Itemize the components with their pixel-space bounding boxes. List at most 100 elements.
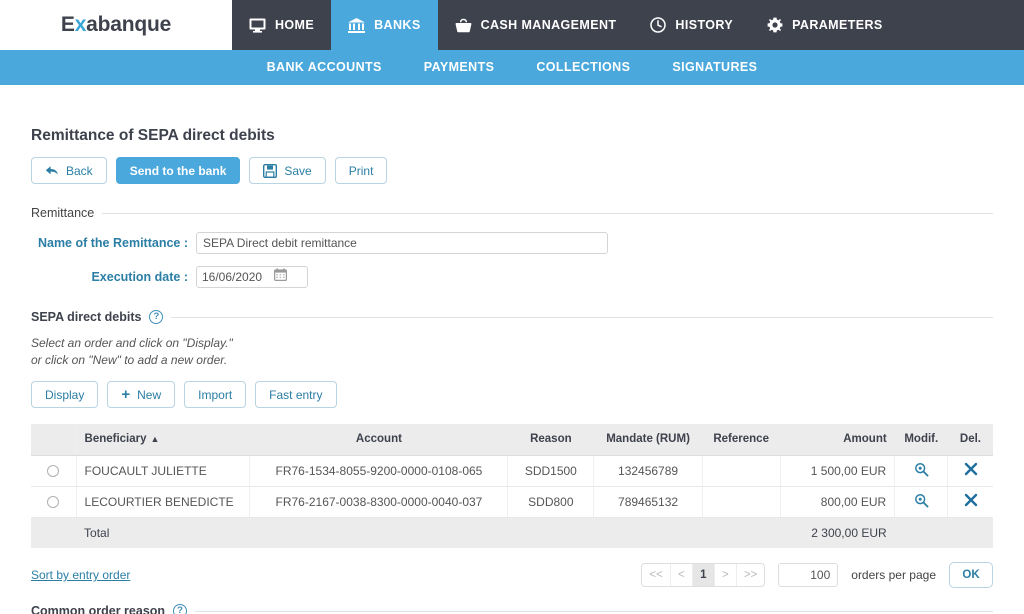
column-header-beneficiary-label: Beneficiary — [84, 433, 147, 446]
orders-per-page-input[interactable] — [778, 563, 839, 587]
total-empty-reference — [702, 517, 781, 548]
pagination-last-button[interactable]: >> — [737, 564, 764, 586]
pagination-prev-button[interactable]: < — [671, 564, 693, 586]
nav-item-cash-management-label: CASH MANAGEMENT — [480, 18, 617, 32]
total-spacer-cell — [31, 517, 77, 548]
column-header-modif: Modif. — [894, 424, 948, 456]
column-header-mandate[interactable]: Mandate (RUM) — [593, 424, 703, 456]
back-button[interactable]: Back — [31, 157, 107, 184]
nav-item-parameters-label: PARAMETERS — [792, 18, 883, 32]
cross-icon[interactable] — [964, 462, 978, 476]
pagination-next-button[interactable]: > — [715, 564, 737, 586]
monitor-icon — [249, 18, 266, 33]
sepa-direct-debits-section-header: SEPA direct debits ? — [31, 310, 993, 324]
help-icon[interactable]: ? — [149, 310, 164, 324]
row-select-cell[interactable] — [31, 486, 77, 518]
nav-item-cash-management[interactable]: CASH MANAGEMENT — [438, 0, 634, 50]
sub-navigation-bar: BANK ACCOUNTS PAYMENTS COLLECTIONS SIGNA… — [0, 50, 1024, 85]
save-button[interactable]: Save — [249, 157, 326, 184]
sort-ascending-icon: ▲ — [150, 434, 160, 445]
cell-modif[interactable] — [894, 486, 949, 518]
cell-reference — [702, 455, 781, 487]
instructions-text: Select an order and click on "Display." … — [31, 335, 993, 369]
send-to-bank-button[interactable]: Send to the bank — [115, 157, 241, 184]
ok-button[interactable]: OK — [949, 562, 993, 588]
purse-icon — [455, 18, 472, 33]
cell-modif[interactable] — [894, 455, 949, 487]
row-select-cell[interactable] — [31, 455, 77, 487]
total-empty-account — [249, 517, 508, 548]
column-header-reason[interactable]: Reason — [507, 424, 594, 456]
bank-icon — [348, 17, 366, 33]
nav-item-parameters[interactable]: PARAMETERS — [750, 0, 900, 50]
nav-item-history[interactable]: HISTORY — [633, 0, 750, 50]
print-button[interactable]: Print — [334, 157, 388, 184]
new-button[interactable]: + New — [107, 381, 176, 408]
cell-reason: SDD1500 — [507, 455, 595, 487]
cross-icon[interactable] — [964, 493, 978, 507]
logo-text-prefix: E — [60, 13, 75, 36]
execution-date-row: Execution date : — [31, 266, 993, 288]
orders-toolbar: Display + New Import Fast entry — [31, 381, 993, 408]
remittance-section-label: Remittance — [31, 206, 95, 220]
column-header-reference[interactable]: Reference — [702, 424, 781, 456]
sort-by-entry-order-link[interactable]: Sort by entry order — [31, 568, 130, 582]
import-button[interactable]: Import — [184, 381, 247, 408]
subnav-item-signatures[interactable]: SIGNATURES — [651, 50, 778, 85]
display-button[interactable]: Display — [31, 381, 99, 408]
send-to-bank-button-label: Send to the bank — [129, 163, 227, 178]
row-radio-button[interactable] — [47, 496, 60, 509]
logo-text: Exabanque — [61, 13, 171, 37]
table-header-row: Beneficiary ▲ Account Reason Mandate (RUM… — [31, 424, 993, 456]
fast-entry-button-label: Fast entry — [269, 387, 323, 402]
column-header-beneficiary[interactable]: Beneficiary ▲ — [76, 424, 250, 456]
cell-mandate: 132456789 — [593, 455, 703, 487]
display-button-label: Display — [45, 387, 85, 402]
execution-date-field[interactable] — [196, 266, 308, 288]
sepa-direct-debits-section-label: SEPA direct debits — [31, 310, 142, 324]
nav-item-banks[interactable]: BANKS — [331, 0, 438, 50]
table-row[interactable]: FOUCAULT JULIETTE FR76-1534-8055-9200-00… — [31, 455, 993, 487]
pagination-first-button[interactable]: << — [642, 564, 671, 586]
table-footer: Sort by entry order << < 1 > >> orders p… — [31, 562, 993, 588]
orders-table-container: Beneficiary ▲ Account Reason Mandate (RUM… — [31, 424, 993, 548]
section-divider — [171, 316, 993, 318]
page-toolbar: Back Send to the bank Save Print — [31, 157, 993, 184]
subnav-item-collections[interactable]: COLLECTIONS — [515, 50, 651, 85]
remittance-name-input[interactable] — [196, 232, 608, 254]
column-header-account[interactable]: Account — [249, 424, 508, 456]
logo[interactable]: Exabanque — [0, 0, 232, 50]
subnav-item-bank-accounts[interactable]: BANK ACCOUNTS — [246, 50, 403, 85]
section-divider — [102, 212, 993, 214]
cell-delete[interactable] — [947, 455, 993, 487]
help-icon[interactable]: ? — [173, 604, 188, 614]
fast-entry-button[interactable]: Fast entry — [255, 381, 337, 408]
floppy-disk-icon — [263, 163, 278, 178]
cell-mandate: 789465132 — [593, 486, 703, 518]
column-header-select — [31, 424, 77, 456]
orders-table: Beneficiary ▲ Account Reason Mandate (RUM… — [31, 424, 993, 548]
pagination-current-page[interactable]: 1 — [692, 564, 715, 586]
row-radio-button[interactable] — [47, 465, 60, 478]
subnav-item-payments[interactable]: PAYMENTS — [403, 50, 516, 85]
clock-icon — [650, 17, 667, 33]
section-divider — [195, 610, 993, 612]
magnifier-icon[interactable] — [914, 462, 929, 477]
calendar-icon[interactable] — [274, 268, 288, 286]
total-amount-cell: 2 300,00 EUR — [780, 517, 895, 548]
cell-reason: SDD800 — [507, 486, 595, 518]
back-button-label: Back — [66, 163, 93, 178]
nav-item-home[interactable]: HOME — [232, 0, 331, 50]
cell-delete[interactable] — [947, 486, 993, 518]
column-header-amount[interactable]: Amount — [780, 424, 895, 456]
magnifier-icon[interactable] — [914, 493, 929, 508]
import-button-label: Import — [198, 387, 233, 402]
instruction-line-1: Select an order and click on "Display." — [31, 336, 233, 350]
back-arrow-icon — [45, 165, 59, 177]
table-row[interactable]: LECOURTIER BENEDICTE FR76-2167-0038-8300… — [31, 486, 993, 518]
execution-date-input[interactable] — [202, 270, 274, 284]
execution-date-label: Execution date : — [91, 270, 188, 284]
cell-amount: 800,00 EUR — [780, 486, 896, 518]
pagination-controls: << < 1 > >> — [641, 563, 766, 587]
total-empty-modif — [894, 517, 948, 548]
